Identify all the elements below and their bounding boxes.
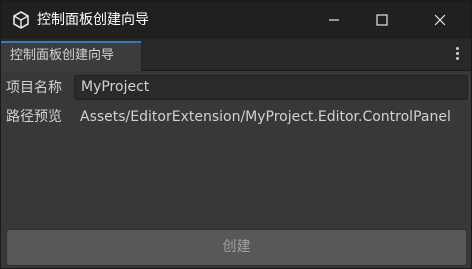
create-button[interactable]: 创建 (6, 229, 467, 266)
project-name-label: 项目名称 (6, 80, 62, 96)
project-name-row: 项目名称 MyProject (1, 75, 471, 101)
title-bar[interactable]: 控制面板创建向导 (1, 1, 471, 39)
path-preview-label: 路径预览 (6, 109, 62, 125)
path-preview-value: Assets/EditorExtension/MyProject.Editor.… (80, 109, 451, 125)
close-button[interactable] (417, 1, 463, 39)
minimize-button[interactable] (311, 1, 357, 39)
window-title: 控制面板创建向导 (37, 12, 149, 28)
unity-cube-icon (12, 11, 30, 29)
maximize-button[interactable] (359, 1, 405, 39)
path-preview-row: 路径预览 Assets/EditorExtension/MyProject.Ed… (1, 104, 471, 130)
close-icon (434, 14, 446, 26)
tab-control-panel-wizard[interactable]: 控制面板创建向导 (1, 41, 141, 71)
minimize-icon (329, 19, 339, 21)
maximize-icon (376, 14, 388, 26)
tab-strip: 控制面板创建向导 (1, 39, 471, 71)
wizard-window: 控制面板创建向导 控制面板创建向导 项目名称 MyProject 路径预览 As… (0, 0, 472, 269)
more-options-icon[interactable] (451, 47, 463, 63)
project-name-input[interactable]: MyProject (74, 75, 468, 100)
